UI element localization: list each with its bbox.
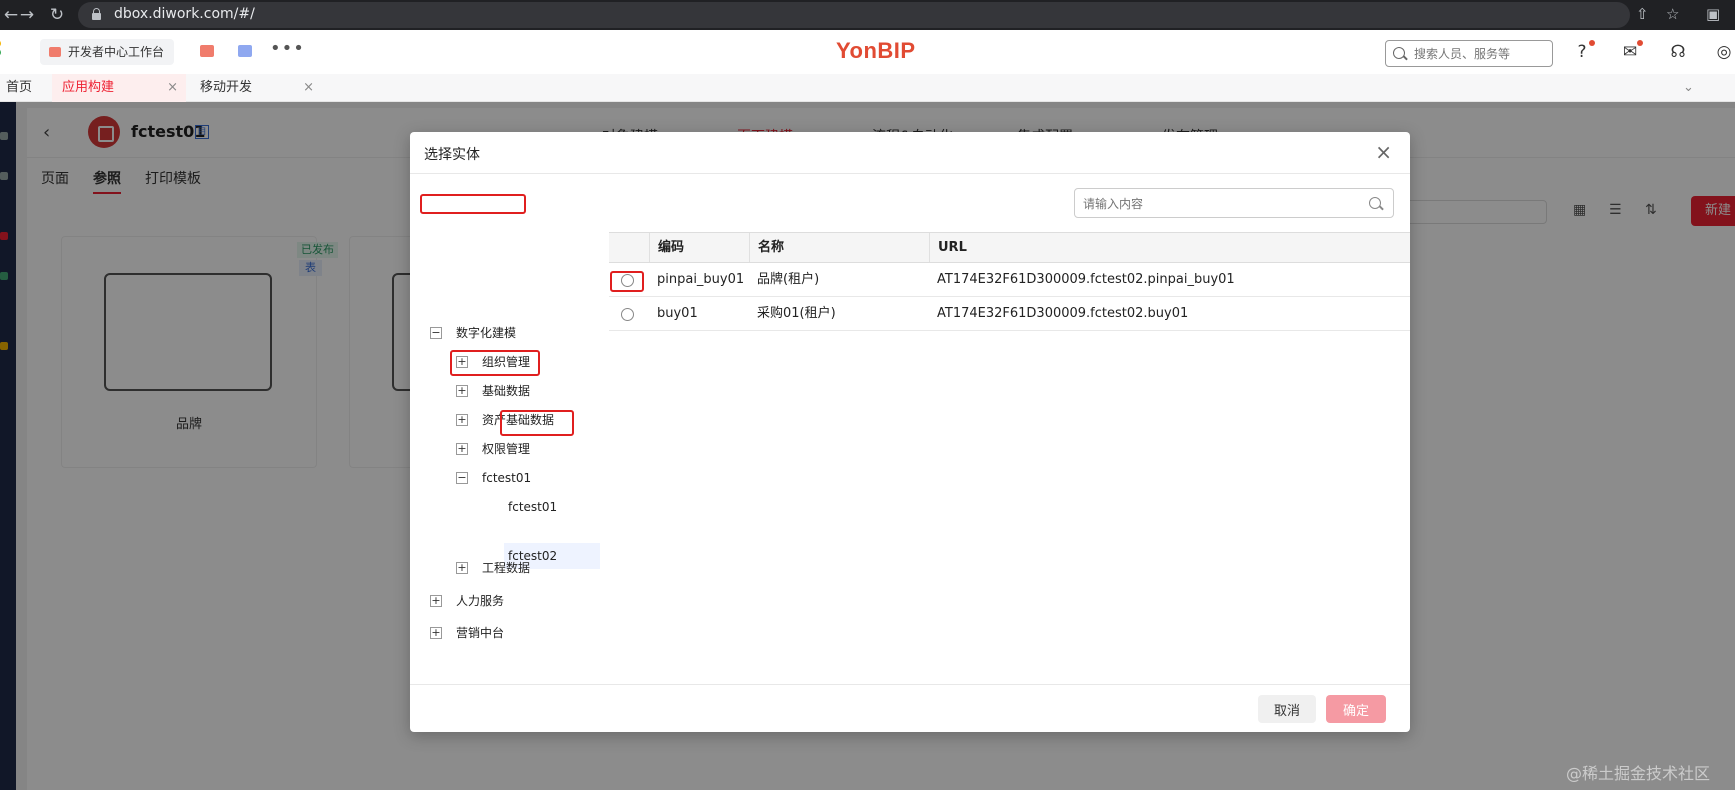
- tree-node-hr[interactable]: + 人力服务: [430, 590, 590, 612]
- lock-icon: [92, 8, 101, 20]
- tab-app-build[interactable]: 应用构建 ×: [52, 74, 186, 102]
- expand-icon[interactable]: +: [430, 627, 442, 639]
- expand-icon[interactable]: +: [456, 414, 468, 426]
- tree-node-marketing[interactable]: + 营销中台: [430, 622, 590, 644]
- row-radio[interactable]: [621, 274, 634, 287]
- expand-icon[interactable]: +: [456, 385, 468, 397]
- message-app-icon[interactable]: [200, 45, 214, 57]
- chevron-down-icon[interactable]: ⌄: [1683, 74, 1694, 102]
- tree-leaf-fctest01[interactable]: fctest01: [508, 496, 588, 518]
- yonbip-logo: YonBIP: [836, 38, 916, 63]
- tab-mobile-dev[interactable]: 移动开发 ×: [192, 74, 322, 102]
- tree-node-engineering[interactable]: + 工程数据: [456, 557, 596, 579]
- reload-icon[interactable]: ↻: [46, 4, 68, 26]
- entity-search-input[interactable]: [1083, 195, 1353, 213]
- global-search[interactable]: [1385, 40, 1553, 67]
- app-launcher-icon[interactable]: [0, 40, 10, 58]
- dialog-footer: 取消 确定: [410, 684, 1410, 732]
- header-select: [609, 233, 649, 262]
- tree-node-label: 基础数据: [482, 384, 531, 398]
- tree-node-basic-data[interactable]: + 基础数据: [456, 380, 596, 402]
- tab-label: 首页: [6, 80, 33, 95]
- tab-home[interactable]: 首页: [0, 74, 52, 102]
- tree-node-permission[interactable]: + 权限管理: [456, 438, 596, 460]
- tree-node-label: 工程数据: [482, 561, 531, 575]
- compass-icon[interactable]: ◎: [1712, 40, 1735, 64]
- more-icon[interactable]: •••: [270, 38, 305, 59]
- close-icon[interactable]: ×: [303, 74, 314, 102]
- tree-node-label: 人力服务: [456, 594, 505, 608]
- header-name[interactable]: 名称: [749, 233, 929, 262]
- share-icon[interactable]: ⇧: [1636, 5, 1649, 23]
- address-bar[interactable]: dbox.diwork.com/#/: [78, 2, 1630, 28]
- global-search-input[interactable]: [1414, 44, 1544, 64]
- cell-name: 品牌(租户): [757, 272, 820, 287]
- tab-label: 移动开发: [200, 80, 253, 95]
- cell-code: buy01: [657, 306, 698, 321]
- header-url[interactable]: URL: [929, 233, 1410, 262]
- annotation-box: [420, 194, 526, 214]
- expand-icon[interactable]: +: [456, 443, 468, 455]
- app-header: 开发者中心工作台 ••• YonBIP ? ✉ ☊ ◎: [0, 30, 1735, 74]
- help-badge: [1589, 40, 1595, 46]
- annotation-box: [450, 350, 540, 376]
- app-tab-strip: 首页 应用构建 × 移动开发 × ⌄: [0, 74, 1735, 102]
- watermark: @稀土掘金技术社区: [1566, 764, 1711, 783]
- close-icon[interactable]: ×: [1375, 140, 1392, 164]
- url-text: dbox.diwork.com/#/: [114, 6, 255, 22]
- cancel-button[interactable]: 取消: [1258, 695, 1316, 723]
- dialog-title: 选择实体: [424, 147, 480, 163]
- pinned-tab-label: 开发者中心工作台: [68, 45, 165, 59]
- row-radio[interactable]: [621, 308, 634, 321]
- tree-node-label: 营销中台: [456, 626, 505, 640]
- confirm-button[interactable]: 确定: [1326, 695, 1386, 723]
- annotation-box: [500, 410, 574, 436]
- tree-node-label: 数字化建模: [456, 326, 517, 340]
- collapse-icon[interactable]: −: [430, 327, 442, 339]
- select-entity-dialog: 选择实体 × − 数字化建模 + 组织管理 + 基础数据 + 资产基础数据 + …: [410, 132, 1410, 732]
- tab-label: 应用构建: [62, 80, 115, 95]
- support-headset-icon[interactable]: ☊: [1666, 40, 1690, 64]
- cell-url: AT174E32F61D300009.fctest02.pinpai_buy01: [937, 272, 1235, 287]
- search-icon: [1393, 47, 1405, 59]
- header-code[interactable]: 编码: [649, 233, 749, 262]
- pinned-workbench-tab[interactable]: 开发者中心工作台: [40, 39, 175, 65]
- dialog-header: 选择实体 ×: [410, 132, 1410, 174]
- tree-node-label: fctest01: [508, 500, 558, 514]
- workbench-icon: [49, 47, 61, 57]
- table-header: 编码 名称 URL: [609, 232, 1410, 263]
- tree-node-fctest01[interactable]: − fctest01: [456, 467, 596, 489]
- bookmark-star-icon[interactable]: ☆: [1666, 5, 1679, 23]
- browser-toolbar: ← → ↻ dbox.diwork.com/#/ ⇧ ☆ ▣: [0, 0, 1735, 30]
- expand-icon[interactable]: +: [456, 562, 468, 574]
- search-icon[interactable]: [1369, 197, 1381, 209]
- tree-node-digital-modeling[interactable]: − 数字化建模: [430, 322, 590, 344]
- expand-icon[interactable]: +: [430, 595, 442, 607]
- cell-url: AT174E32F61D300009.fctest02.buy01: [937, 306, 1189, 321]
- table-row[interactable]: buy01 采购01(租户) AT174E32F61D300009.fctest…: [609, 297, 1410, 331]
- table-row[interactable]: pinpai_buy01 品牌(租户) AT174E32F61D300009.f…: [609, 263, 1410, 297]
- sidebar-icon[interactable]: ▣: [1706, 5, 1720, 23]
- tree-node-label: fctest01: [482, 471, 532, 485]
- doc-app-icon[interactable]: [238, 45, 252, 57]
- chat-badge: [1637, 40, 1643, 46]
- tree-node-label: 权限管理: [482, 442, 531, 456]
- close-icon[interactable]: ×: [167, 74, 178, 102]
- cell-name: 采购01(租户): [757, 306, 836, 321]
- entity-search[interactable]: [1074, 188, 1394, 218]
- cell-code: pinpai_buy01: [657, 272, 745, 287]
- forward-icon[interactable]: →: [16, 4, 38, 26]
- collapse-icon[interactable]: −: [456, 472, 468, 484]
